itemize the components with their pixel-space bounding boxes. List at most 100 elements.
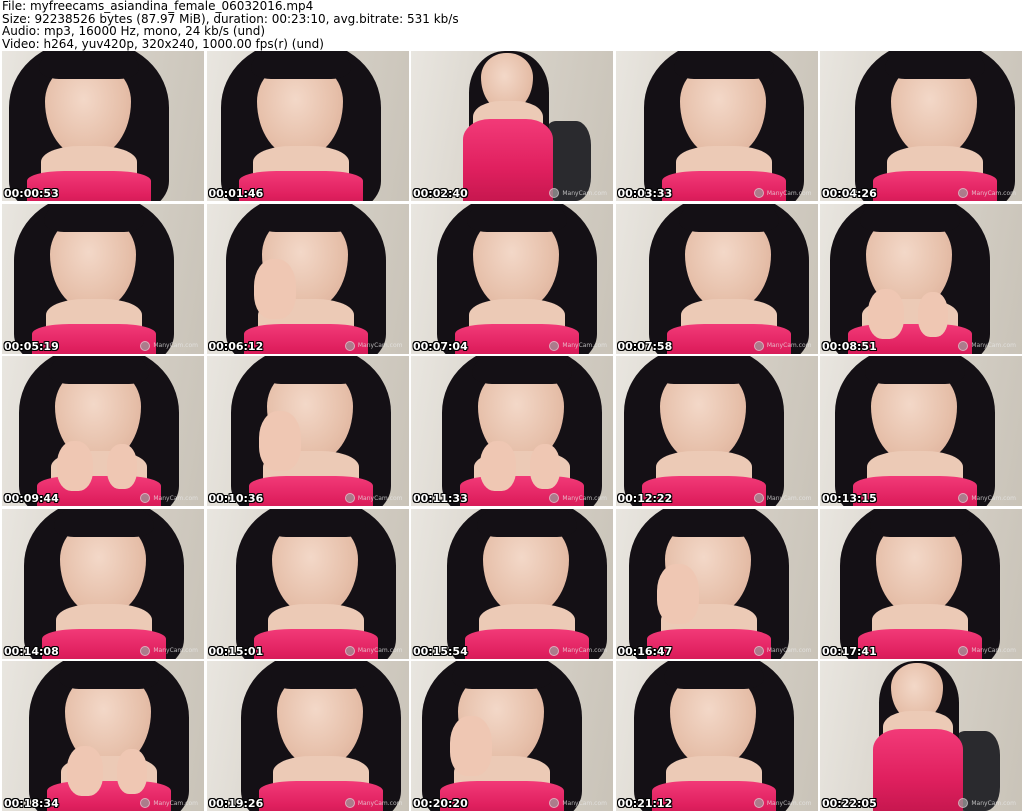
manycam-watermark: ManyCam.com [140, 340, 198, 351]
thumbnail-timestamp: 00:04:26 [822, 187, 877, 200]
manycam-logo-icon [753, 493, 764, 503]
watermark-text: ManyCam.com [153, 342, 198, 349]
thumbnail-timestamp: 00:07:04 [413, 339, 468, 353]
manycam-watermark: ManyCam.com [344, 645, 403, 656]
webcam-frame-image [615, 356, 818, 506]
thumbnail-timestamp: 00:15:01 [208, 644, 264, 658]
manycam-logo-icon [140, 645, 151, 656]
video-thumbnail: ManyCam.com 00:19:26 [206, 661, 409, 811]
webcam-frame-image [206, 203, 409, 354]
watermark-text: ManyCam.com [971, 647, 1016, 654]
thumbnail-timestamp: 00:20:20 [413, 797, 468, 810]
thumbnail-timestamp: 00:13:15 [822, 492, 877, 505]
video-thumbnail: ManyCam.com 00:06:12 [206, 203, 409, 354]
manycam-watermark: ManyCam.com [958, 645, 1016, 656]
watermark-text: ManyCam.com [357, 342, 403, 349]
thumbnail-timestamp: 00:21:12 [617, 797, 673, 810]
manycam-watermark: ManyCam.com [344, 798, 403, 808]
video-thumbnail: ManyCam.com 00:11:33 [411, 356, 613, 506]
video-thumbnail: 00:01:46 [206, 51, 409, 201]
webcam-frame-image [615, 508, 818, 659]
video-thumbnail: 00:00:53 [2, 51, 204, 201]
watermark-text: ManyCam.com [971, 189, 1016, 197]
video-thumbnail: ManyCam.com 00:21:12 [615, 661, 818, 811]
webcam-frame-image [2, 508, 204, 659]
watermark-text: ManyCam.com [766, 342, 812, 349]
video-thumbnail: ManyCam.com 00:09:44 [2, 356, 204, 506]
manycam-watermark: ManyCam.com [344, 493, 403, 503]
manycam-logo-icon [344, 798, 355, 808]
thumbnail-timestamp: 00:05:19 [4, 339, 59, 353]
webcam-frame-image [2, 661, 204, 811]
manycam-logo-icon [958, 798, 969, 808]
watermark-text: ManyCam.com [357, 647, 403, 654]
thumbnail-timestamp: 00:22:05 [822, 797, 877, 810]
manycam-watermark: ManyCam.com [753, 645, 812, 656]
manycam-logo-icon [753, 188, 764, 198]
manycam-watermark: ManyCam.com [549, 798, 607, 808]
manycam-watermark: ManyCam.com [140, 645, 198, 656]
video-thumbnail: ManyCam.com 00:15:54 [411, 508, 613, 659]
manycam-watermark: ManyCam.com [549, 340, 607, 351]
webcam-frame-image [206, 508, 409, 659]
thumbnail-timestamp: 00:16:47 [617, 644, 673, 658]
video-thumbnail: ManyCam.com 00:03:33 [615, 51, 818, 201]
manycam-watermark: ManyCam.com [753, 798, 812, 808]
video-thumbnail: ManyCam.com 00:08:51 [820, 203, 1022, 354]
manycam-logo-icon [140, 493, 151, 503]
video-thumbnail: ManyCam.com 00:22:05 [820, 661, 1022, 811]
video-thumbnail: ManyCam.com 00:16:47 [615, 508, 818, 659]
webcam-frame-image [2, 51, 204, 201]
thumbnail-timestamp: 00:19:26 [208, 797, 264, 810]
audio-info-line: Audio: mp3, 16000 Hz, mono, 24 kb/s (und… [2, 24, 266, 38]
video-thumbnail: ManyCam.com 00:15:01 [206, 508, 409, 659]
manycam-watermark: ManyCam.com [958, 340, 1016, 351]
watermark-text: ManyCam.com [562, 342, 607, 349]
watermark-text: ManyCam.com [562, 799, 607, 807]
video-info-line: Video: h264, yuv420p, 320x240, 1000.00 f… [2, 36, 324, 51]
manycam-watermark: ManyCam.com [753, 493, 812, 503]
manycam-logo-icon [344, 340, 355, 351]
thumbnail-timestamp: 00:11:33 [413, 492, 468, 505]
manycam-logo-icon [549, 188, 560, 198]
manycam-logo-icon [753, 340, 764, 351]
manycam-logo-icon [753, 798, 764, 808]
thumbnail-timestamp: 00:18:34 [4, 797, 59, 810]
thumbnail-timestamp: 00:15:54 [413, 644, 468, 658]
thumbnail-timestamp: 00:10:36 [208, 492, 264, 505]
video-thumbnail: ManyCam.com 00:07:58 [615, 203, 818, 354]
watermark-text: ManyCam.com [766, 494, 812, 502]
video-thumbnail: ManyCam.com 00:17:41 [820, 508, 1022, 659]
watermark-text: ManyCam.com [766, 647, 812, 654]
video-thumbnail: ManyCam.com 00:13:15 [820, 356, 1022, 506]
webcam-frame-image [2, 203, 204, 354]
webcam-frame-image [206, 51, 409, 201]
watermark-text: ManyCam.com [971, 494, 1016, 502]
manycam-watermark: ManyCam.com [958, 493, 1016, 503]
watermark-text: ManyCam.com [562, 494, 607, 502]
manycam-logo-icon [958, 340, 969, 351]
watermark-text: ManyCam.com [766, 189, 812, 197]
manycam-logo-icon [753, 645, 764, 656]
webcam-frame-image [820, 203, 1022, 354]
video-thumbnail: ManyCam.com 00:20:20 [411, 661, 613, 811]
thumbnail-timestamp: 00:12:22 [617, 492, 673, 505]
file-info-header: File: myfreecams_asiandina_female_060320… [2, 0, 1022, 50]
manycam-watermark: ManyCam.com [140, 493, 198, 503]
manycam-watermark: ManyCam.com [344, 340, 403, 351]
watermark-text: ManyCam.com [153, 647, 198, 654]
video-thumbnail: ManyCam.com 00:05:19 [2, 203, 204, 354]
video-thumbnail: ManyCam.com 00:14:08 [2, 508, 204, 659]
thumbnail-timestamp: 00:02:40 [413, 187, 468, 200]
thumbnail-timestamp: 00:01:46 [208, 187, 264, 200]
webcam-frame-image [411, 661, 613, 811]
watermark-text: ManyCam.com [971, 799, 1016, 807]
webcam-frame-image [820, 356, 1022, 506]
thumbnail-timestamp: 00:07:58 [617, 339, 673, 353]
video-thumbnail: ManyCam.com 00:04:26 [820, 51, 1022, 201]
video-thumbnail: ManyCam.com 00:12:22 [615, 356, 818, 506]
webcam-frame-image [206, 356, 409, 506]
watermark-text: ManyCam.com [153, 799, 198, 807]
thumbnail-timestamp: 00:00:53 [4, 187, 59, 200]
manycam-watermark: ManyCam.com [753, 340, 812, 351]
